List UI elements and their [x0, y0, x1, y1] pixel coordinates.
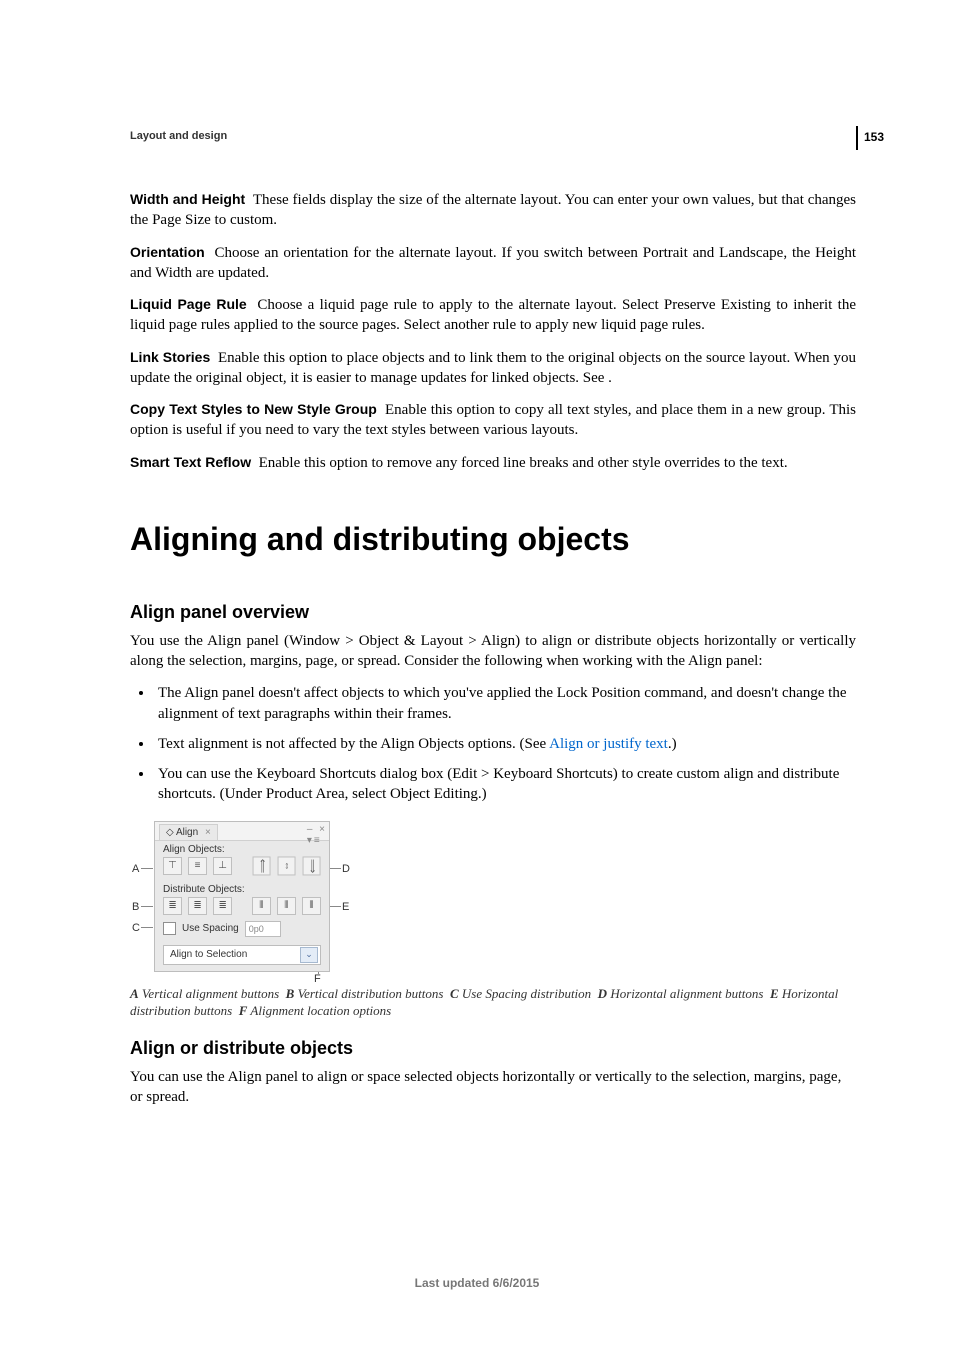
align-top-button[interactable]: ⊤ [163, 857, 182, 875]
cap-txt-F: Alignment location options [250, 1003, 391, 1018]
use-spacing-label: Use Spacing [182, 923, 239, 934]
figure-caption: A Vertical alignment buttons B Vertical … [130, 985, 856, 1020]
cap-key-B: B [286, 986, 295, 1001]
leader-D [329, 868, 341, 869]
panel-window-buttons: – × ▾≡ [307, 824, 327, 846]
para-align-distribute: You can use the Align panel to align or … [130, 1067, 856, 1108]
bullet-2: Text alignment is not affected by the Al… [154, 734, 856, 754]
cap-key-C: C [450, 986, 459, 1001]
align-panel: ◇ Align × – × ▾≡ Align Objects: ⊤ ≡ ⊥ [154, 821, 330, 972]
minimize-icon[interactable]: – [307, 824, 315, 835]
term-liquid: Liquid Page Rule [130, 296, 247, 312]
align-left-button[interactable]: ⟸ [252, 856, 270, 875]
align-hcenter-button[interactable]: ⇔ [277, 856, 295, 875]
bullet-1: The Align panel doesn't affect objects t… [154, 683, 856, 724]
cap-txt-B: Vertical distribution buttons [298, 986, 444, 1001]
para-overview: You use the Align panel (Window > Object… [130, 631, 856, 672]
term-smart-reflow: Smart Text Reflow [130, 454, 251, 470]
dist-bottom-button[interactable]: ≣ [213, 897, 232, 915]
callout-C: C [132, 922, 140, 934]
term-copy-styles: Copy Text Styles to New Style Group [130, 401, 377, 417]
term-orientation: Orientation [130, 244, 205, 260]
para-link-stories: Link Stories Enable this option to place… [130, 348, 856, 389]
close-panel-icon[interactable]: × [319, 824, 327, 835]
panel-tabrow: ◇ Align × – × ▾≡ [155, 822, 329, 841]
footer-last-updated: Last updated 6/6/2015 [0, 1276, 954, 1290]
align-vcenter-button[interactable]: ≡ [188, 857, 207, 875]
spacing-value-field[interactable]: 0p0 [245, 921, 281, 937]
cap-key-D: D [598, 986, 607, 1001]
running-head: Layout and design [130, 130, 856, 142]
panel-tab-label: Align [176, 827, 198, 838]
dist-right-button[interactable]: ⫴ [302, 897, 321, 915]
align-to-select[interactable]: Align to Selection ⌄ [163, 945, 321, 965]
term-link-stories: Link Stories [130, 349, 210, 365]
dist-top-button[interactable]: ≣ [163, 897, 182, 915]
para-copy-styles: Copy Text Styles to New Style Group Enab… [130, 400, 856, 441]
leader-E [329, 906, 341, 907]
text-orientation: Choose an orientation for the alternate … [130, 245, 856, 281]
dist-left-button[interactable]: ⫴ [252, 897, 271, 915]
bullet-3: You can use the Keyboard Shortcuts dialo… [154, 764, 856, 805]
panel-menu-icon[interactable]: ▾≡ [307, 835, 322, 846]
leader-A [141, 868, 153, 869]
page-number: 153 [864, 130, 884, 144]
heading-topic: Aligning and distributing objects [130, 521, 856, 558]
cap-txt-D: Horizontal alignment buttons [610, 986, 763, 1001]
leader-C [141, 927, 153, 928]
heading-align-distribute: Align or distribute objects [130, 1038, 856, 1059]
align-right-button[interactable]: ⟹ [302, 856, 320, 875]
figure-align-panel: A B C D E F ◇ Align × – [130, 819, 856, 979]
callout-F: F [314, 973, 321, 985]
term-width-height: Width and Height [130, 191, 245, 207]
para-smart-reflow: Smart Text Reflow Enable this option to … [130, 453, 856, 473]
group-align-objects-label: Align Objects: [155, 841, 329, 857]
bullet-2-pre: Text alignment is not affected by the Al… [158, 736, 549, 752]
text-smart-reflow: Enable this option to remove any forced … [259, 455, 788, 471]
panel-tab-align[interactable]: ◇ Align × [159, 824, 218, 840]
dist-vcenter-button[interactable]: ≣ [188, 897, 207, 915]
text-link-stories: Enable this option to place objects and … [130, 350, 856, 386]
row-use-spacing: Use Spacing 0p0 [155, 921, 329, 943]
para-width-height: Width and Height These fields display th… [130, 190, 856, 231]
group-distribute-objects-label: Distribute Objects: [155, 881, 329, 897]
callout-B: B [132, 901, 139, 913]
cap-txt-C: Use Spacing distribution [462, 986, 591, 1001]
page-number-block: 153 [856, 126, 898, 150]
overview-bullets: The Align panel doesn't affect objects t… [130, 683, 856, 804]
cap-key-F: F [239, 1003, 248, 1018]
cap-txt-A: Vertical alignment buttons [142, 986, 279, 1001]
close-icon[interactable]: × [205, 827, 211, 838]
align-bottom-button[interactable]: ⊥ [213, 857, 232, 875]
leader-B [141, 906, 153, 907]
bullet-2-post: .) [668, 736, 677, 752]
callout-A: A [132, 863, 139, 875]
dist-hcenter-button[interactable]: ⫴ [277, 897, 296, 915]
heading-overview: Align panel overview [130, 602, 856, 623]
link-align-justify-text[interactable]: Align or justify text [549, 736, 668, 752]
row-align-objects: ⊤ ≡ ⊥ ⟸ ⇔ ⟹ [155, 857, 329, 881]
callout-E: E [342, 901, 349, 913]
chevron-down-icon: ⌄ [300, 947, 318, 963]
use-spacing-checkbox[interactable] [163, 922, 176, 935]
cap-key-A: A [130, 986, 139, 1001]
row-distribute-objects: ≣ ≣ ≣ ⫴ ⫴ ⫴ [155, 897, 329, 921]
para-liquid: Liquid Page Rule Choose a liquid page ru… [130, 295, 856, 336]
align-to-value: Align to Selection [170, 949, 247, 960]
para-orientation: Orientation Choose an orientation for th… [130, 243, 856, 284]
callout-D: D [342, 863, 350, 875]
cap-key-E: E [770, 986, 779, 1001]
